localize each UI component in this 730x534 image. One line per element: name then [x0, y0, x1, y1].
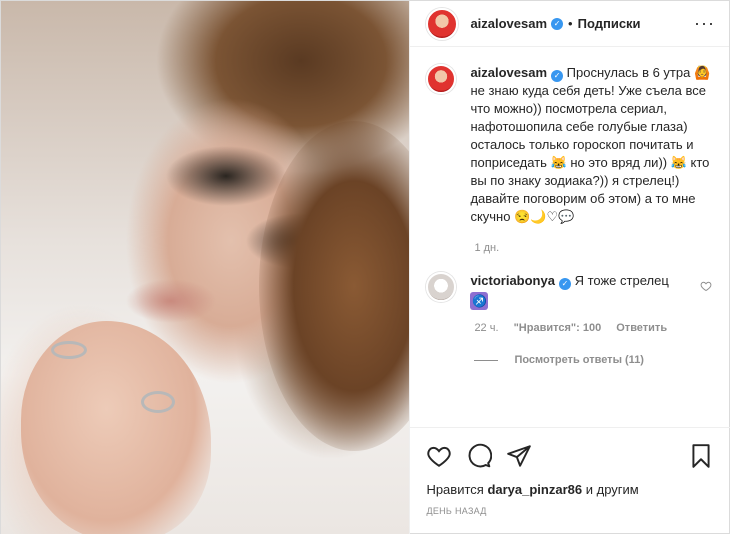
view-replies-label: Посмотреть ответы (11) [514, 354, 644, 366]
caption-text: Проснулась в 6 утра 🙆 не знаю куда себя … [470, 65, 711, 224]
verified-icon: ✓ [551, 70, 564, 82]
sagittarius-emoji: ♐ [470, 292, 489, 310]
comment-text-block: victoriabonya ✓ Я тоже стрелец ♐ [470, 272, 700, 310]
caption: aizalovesam ✓ Проснулась в 6 утра 🙆 не зн… [426, 64, 714, 226]
photo-hand [21, 321, 211, 534]
caption-avatar[interactable] [426, 64, 457, 94]
share-icon[interactable] [506, 443, 532, 469]
heart-icon[interactable] [426, 443, 452, 469]
separator-dot: • [568, 16, 573, 31]
following-button[interactable]: Подписки [578, 16, 641, 31]
author-username[interactable]: aizalovesam [470, 16, 547, 31]
comment-like-icon[interactable] [700, 280, 712, 292]
likes-prefix: Нравится [426, 482, 484, 497]
comment-meta: 22 ч. "Нравится": 100 Ответить [474, 322, 714, 334]
post-date[interactable]: ДЕНЬ НАЗАД [426, 506, 714, 516]
comment: victoriabonya ✓ Я тоже стрелец ♐ [426, 272, 714, 310]
reply-button[interactable]: Ответить [616, 322, 667, 334]
instagram-post: aizalovesam ✓ • Подписки ··· aizalovesam… [0, 0, 730, 534]
photo-ring [141, 391, 175, 413]
action-icons [426, 440, 714, 472]
likes-line: Нравится darya_pinzar86 и другим [426, 482, 714, 497]
view-replies-button[interactable]: Посмотреть ответы (11) [474, 354, 714, 366]
verified-icon: ✓ [551, 17, 564, 30]
post-header: aizalovesam ✓ • Подписки ··· [410, 1, 729, 47]
comments-list: aizalovesam ✓ Проснулась в 6 утра 🙆 не зн… [410, 48, 730, 426]
commenter-avatar[interactable] [426, 272, 457, 302]
commenter-username[interactable]: victoriabonya [470, 273, 555, 288]
comment-likes[interactable]: "Нравится": 100 [514, 322, 602, 334]
caption-text-block: aizalovesam ✓ Проснулась в 6 утра 🙆 не зн… [470, 64, 714, 226]
comment-text: Я тоже стрелец [574, 273, 669, 288]
save-icon[interactable] [688, 443, 714, 469]
likes-suffix[interactable]: и другим [586, 482, 639, 497]
liker-username[interactable]: darya_pinzar86 [487, 482, 582, 497]
caption-username[interactable]: aizalovesam [470, 65, 547, 80]
comment-icon[interactable] [466, 443, 493, 469]
photo-hair [259, 121, 410, 451]
verified-icon: ✓ [558, 278, 571, 290]
comment-time[interactable]: 22 ч. [474, 322, 498, 334]
more-icon[interactable]: ··· [694, 13, 715, 34]
caption-emojis: 😒🌙♡💬 [514, 209, 575, 224]
replies-line [474, 359, 499, 361]
author-avatar[interactable] [426, 7, 459, 40]
post-actions: Нравится darya_pinzar86 и другим ДЕНЬ НА… [410, 427, 730, 516]
photo-ring [51, 341, 87, 359]
post-sidebar: aizalovesam ✓ • Подписки ··· aizalovesam… [409, 1, 730, 534]
caption-time[interactable]: 1 дн. [474, 242, 714, 254]
post-photo[interactable] [1, 1, 410, 534]
